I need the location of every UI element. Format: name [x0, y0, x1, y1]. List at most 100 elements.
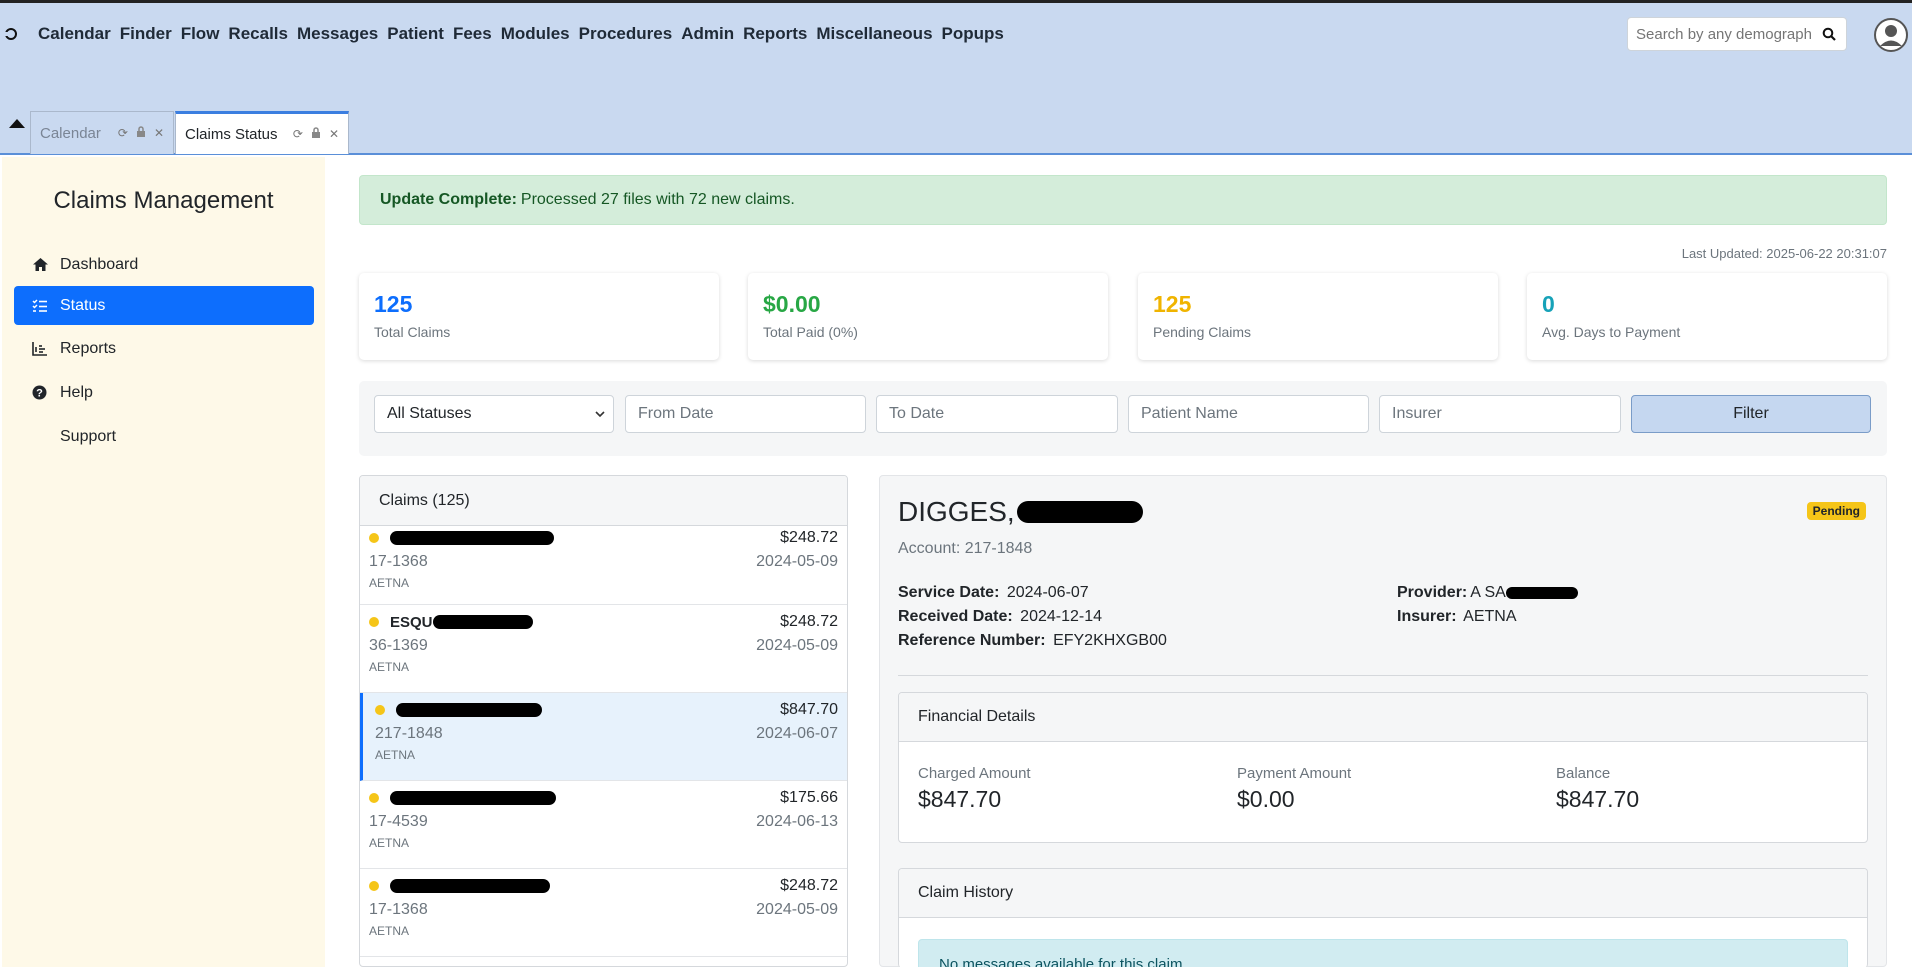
user-avatar-icon[interactable] [1873, 17, 1909, 53]
stat-value: $0.00 [763, 291, 821, 317]
menu-fees[interactable]: Fees [453, 24, 492, 44]
claim-account: 17-1368 [369, 553, 428, 570]
svg-text:?: ? [36, 388, 43, 400]
reference-number-label: Reference Number: [898, 632, 1046, 649]
claim-patient-name [369, 531, 554, 545]
menu-flow[interactable]: Flow [181, 24, 220, 44]
menu-modules[interactable]: Modules [501, 24, 570, 44]
claim-list-item[interactable]: ESQU $248.72 36-1369 2024-05-09 AETNA [360, 605, 847, 693]
claim-amount: $847.70 [780, 701, 838, 718]
claim-list-item[interactable]: $175.66 17-4539 2024-06-13 AETNA [360, 781, 847, 869]
sidebar-item-dashboard[interactable]: Dashboard [14, 245, 314, 284]
payment-amount-value: $0.00 [1237, 786, 1295, 812]
sidebar-item-label: Reports [60, 339, 117, 357]
detail-patient-name: DIGGES, [898, 496, 1143, 528]
stat-card-pending-claims: 125 Pending Claims [1138, 273, 1498, 360]
stat-label: Total Paid (0%) [763, 324, 858, 340]
balance: Balance $847.70 [1556, 765, 1639, 813]
detail-name-text: DIGGES, [898, 496, 1015, 527]
claim-insurer: AETNA [369, 924, 410, 938]
lock-icon[interactable] [311, 127, 321, 141]
search-icon[interactable] [1812, 27, 1846, 41]
lock-icon[interactable] [136, 126, 146, 140]
tab-strip: Calendar ⟳ ✕ Claims Status ⟳ ✕ [0, 65, 1912, 155]
last-updated: Last Updated: 2025-06-22 20:31:07 [1681, 246, 1887, 261]
menu-messages[interactable]: Messages [297, 24, 378, 44]
tab-claims-status[interactable]: Claims Status ⟳ ✕ [175, 111, 349, 154]
tab-label: Claims Status [185, 125, 278, 143]
filter-button[interactable]: Filter [1631, 395, 1871, 433]
stat-card-avg-days: 0 Avg. Days to Payment [1527, 273, 1887, 360]
menu-admin[interactable]: Admin [681, 24, 734, 44]
payment-amount-label: Payment Amount [1237, 765, 1352, 782]
claim-date: 2024-06-13 [756, 813, 838, 830]
financial-details-header: Financial Details [899, 693, 1867, 742]
menu-calendar[interactable]: Calendar [38, 24, 111, 44]
patient-search-box [1627, 17, 1847, 51]
close-icon[interactable]: ✕ [329, 127, 339, 141]
sidebar-item-label: Dashboard [60, 255, 139, 273]
menu-procedures[interactable]: Procedures [579, 24, 673, 44]
to-date-input[interactable]: To Date [876, 395, 1118, 433]
alert-text: Processed 27 files with 72 new claims. [520, 191, 795, 208]
stat-label: Avg. Days to Payment [1542, 324, 1681, 340]
provider-value: A SA [1470, 584, 1506, 601]
menu-recalls[interactable]: Recalls [228, 24, 288, 44]
menu-patient[interactable]: Patient [387, 24, 444, 44]
top-menu-bar: Calendar Finder Flow Recalls Messages Pa… [0, 0, 1912, 65]
sidebar-item-label: Status [60, 296, 106, 314]
menu-finder[interactable]: Finder [120, 24, 172, 44]
stat-value: 0 [1542, 291, 1555, 317]
claim-list-item[interactable]: $248.72 17-1368 2024-05-09 AETNA [360, 526, 847, 605]
update-alert: Update Complete: Processed 27 files with… [359, 175, 1887, 225]
redacted-name [390, 531, 554, 545]
reference-number-value: EFY2KHXGB00 [1053, 632, 1167, 649]
reference-number-field: Reference Number: EFY2KHXGB00 [898, 632, 1167, 650]
claims-list-panel: Claims (125) $248.72 17-1368 2024-05-09 … [359, 475, 848, 967]
patient-search-input[interactable] [1628, 19, 1812, 49]
sidebar-item-support[interactable]: Support [14, 417, 314, 456]
balance-value: $847.70 [1556, 786, 1640, 812]
main-menu: Calendar Finder Flow Recalls Messages Pa… [38, 24, 1013, 44]
tab-calendar[interactable]: Calendar ⟳ ✕ [30, 111, 174, 154]
menu-popups[interactable]: Popups [942, 24, 1004, 44]
claim-patient-name [369, 879, 550, 893]
tab-label: Calendar [40, 124, 101, 142]
refresh-icon[interactable]: ⟳ [293, 127, 303, 141]
close-icon[interactable]: ✕ [154, 126, 164, 140]
chevron-down-icon [595, 405, 605, 423]
claim-list-item-selected[interactable]: $847.70 217-1848 2024-06-07 AETNA [360, 693, 847, 781]
claim-amount: $248.72 [780, 613, 838, 630]
stat-value: 125 [1153, 291, 1192, 317]
alert-strong: Update Complete: [380, 191, 517, 208]
refresh-icon[interactable]: ⟳ [118, 126, 128, 140]
collapse-up-icon[interactable] [9, 119, 25, 128]
status-select[interactable]: All Statuses [374, 395, 614, 433]
sidebar-item-help[interactable]: ? Help [14, 373, 314, 412]
claim-list-item[interactable]: $248.72 17-1368 2024-05-09 AETNA [360, 869, 847, 957]
sidebar-item-reports[interactable]: Reports [14, 329, 314, 368]
insurer-input[interactable]: Insurer [1379, 395, 1621, 433]
claim-account: 17-1368 [369, 901, 428, 918]
claim-detail-panel: DIGGES, Account: 217-1848 Pending Servic… [879, 475, 1887, 967]
app-logo-icon[interactable] [2, 25, 20, 43]
claim-date: 2024-05-09 [756, 553, 838, 570]
sidebar-item-status[interactable]: Status [14, 286, 314, 325]
patient-name-input[interactable]: Patient Name [1128, 395, 1369, 433]
claim-patient-name: ESQU [369, 614, 533, 631]
status-dot [369, 793, 379, 803]
stat-label: Total Claims [374, 324, 451, 340]
menu-miscellaneous[interactable]: Miscellaneous [816, 24, 932, 44]
redacted-name [432, 615, 533, 629]
insurer-field: Insurer: AETNA [1397, 608, 1516, 626]
menu-reports[interactable]: Reports [743, 24, 807, 44]
from-date-input[interactable]: From Date [625, 395, 866, 433]
claim-name-visible: ESQU [390, 613, 433, 631]
claim-insurer: AETNA [369, 836, 410, 850]
claim-amount: $248.72 [780, 877, 838, 894]
received-date-label: Received Date: [898, 608, 1013, 625]
received-date-field: Received Date: 2024-12-14 [898, 608, 1102, 626]
sidebar-item-label: Help [60, 383, 93, 401]
claim-account: 217-1848 [375, 725, 443, 742]
service-date-label: Service Date: [898, 584, 1000, 601]
